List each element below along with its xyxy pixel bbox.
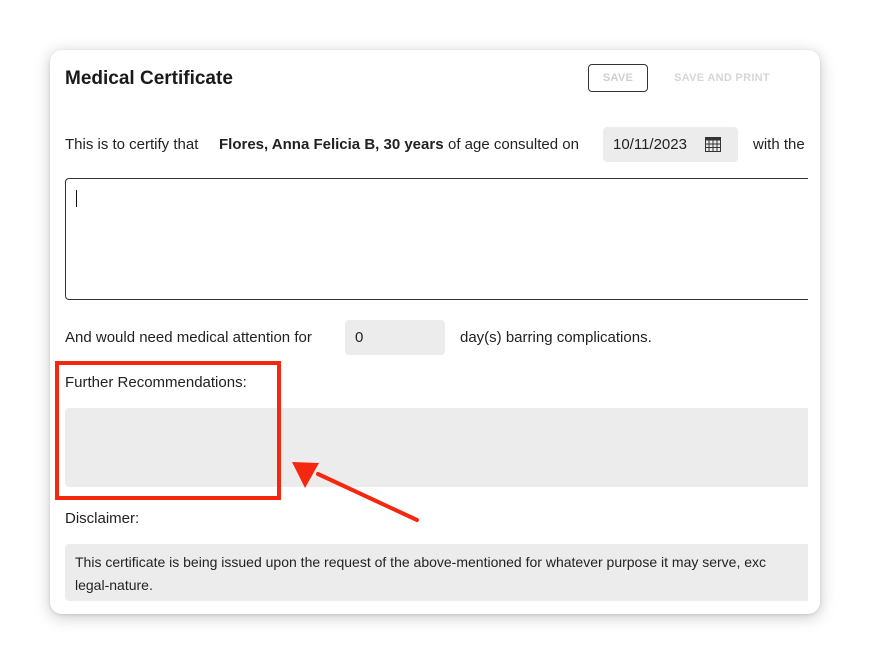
disclaimer-text-box: This certificate is being issued upon th… [65,544,808,601]
diagnosis-textarea[interactable] [65,178,808,300]
attention-suffix-text: day(s) barring complications. [460,329,652,346]
consultation-date-field[interactable]: 10/11/2023 [603,127,738,162]
dialog-title: Medical Certificate [65,68,233,89]
consultation-date-value: 10/11/2023 [613,136,687,153]
further-recommendations-input[interactable] [65,408,808,487]
save-button[interactable]: SAVE [588,64,648,92]
disclaimer-line-2: legal-nature. [75,577,153,593]
further-recommendations-label: Further Recommendations: [65,374,247,391]
disclaimer-line-1: This certificate is being issued upon th… [75,554,767,570]
medical-certificate-dialog: Medical Certificate SAVE SAVE AND PRINT … [50,50,820,614]
stage: Medical Certificate SAVE SAVE AND PRINT … [0,0,870,664]
text-caret [76,190,77,207]
certify-suffix-text: with the [753,136,805,153]
patient-name-age: Flores, Anna Felicia B, 30 years [219,136,444,153]
save-and-print-button[interactable]: SAVE AND PRINT [662,64,782,92]
attention-prefix-text: And would need medical attention for [65,329,312,346]
dialog-content: Medical Certificate SAVE SAVE AND PRINT … [50,50,808,614]
disclaimer-label: Disclaimer: [65,510,140,527]
attention-days-input[interactable]: 0 [345,320,445,355]
certify-middle-text: of age consulted on [448,136,579,153]
calendar-icon[interactable] [705,137,721,152]
certify-prefix-text: This is to certify that [65,136,199,153]
attention-days-value: 0 [355,329,364,346]
